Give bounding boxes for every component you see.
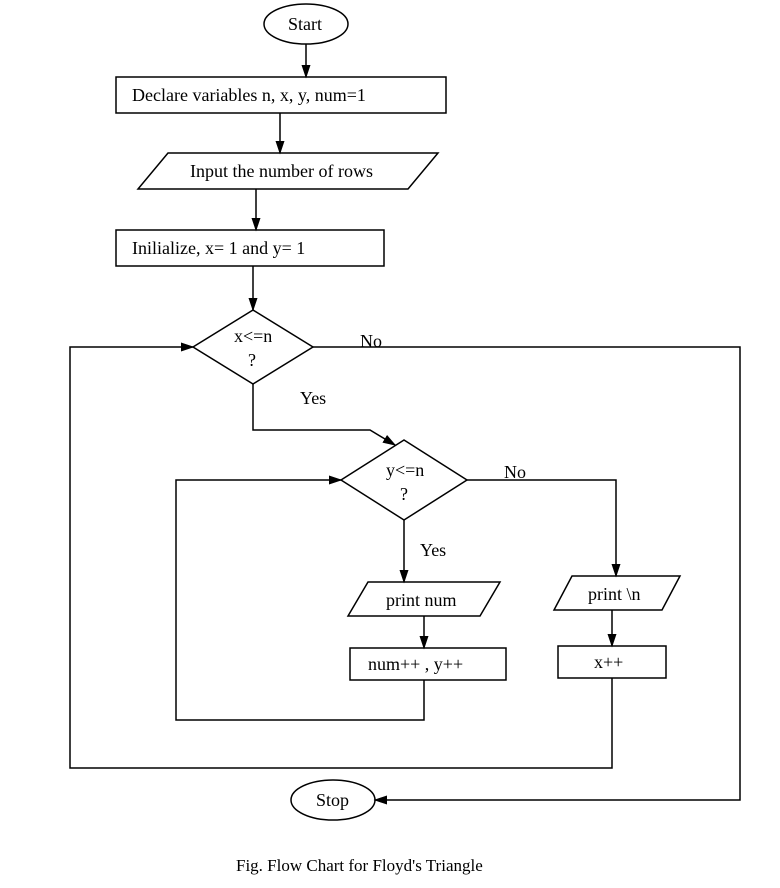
print-newline-label: print \n (588, 584, 641, 605)
input-label: Input the number of rows (190, 161, 373, 182)
cond1-label: x<=n (234, 326, 272, 347)
cond2-no: No (504, 462, 526, 483)
print-num-label: print num (386, 590, 457, 611)
start-label: Start (288, 14, 322, 35)
stop-label: Stop (316, 790, 349, 811)
cond1-no: No (360, 331, 382, 352)
init-label: Inilialize, x= 1 and y= 1 (132, 238, 305, 259)
flowchart-svg (0, 0, 780, 888)
cond2-yes: Yes (420, 540, 446, 561)
increment-inner-label: num++ , y++ (368, 654, 463, 675)
increment-outer-label: x++ (594, 652, 623, 673)
declare-label: Declare variables n, x, y, num=1 (132, 85, 366, 106)
cond2-label: y<=n (386, 460, 424, 481)
cond1-qmark: ? (248, 350, 256, 371)
caption: Fig. Flow Chart for Floyd's Triangle (236, 856, 483, 876)
cond2-qmark: ? (400, 484, 408, 505)
cond1-yes: Yes (300, 388, 326, 409)
flowchart: Start Declare variables n, x, y, num=1 I… (0, 0, 780, 888)
